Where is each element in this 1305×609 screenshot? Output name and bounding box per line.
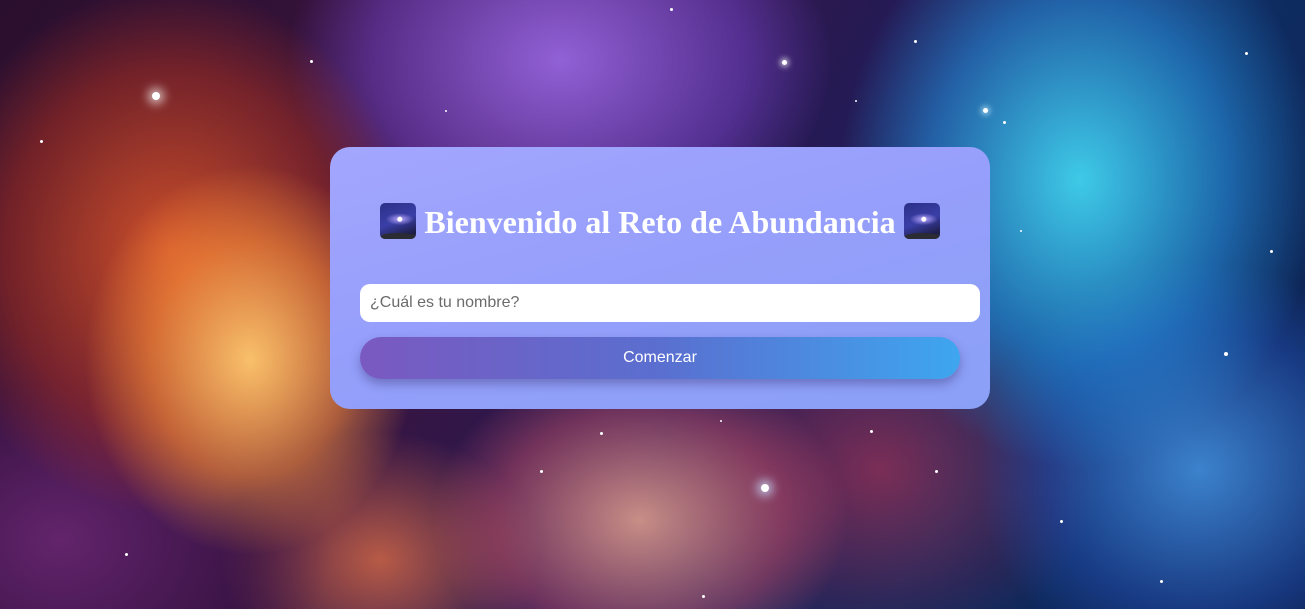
star — [983, 108, 988, 113]
star — [870, 430, 873, 433]
star — [1020, 230, 1022, 232]
welcome-card: Bienvenido al Reto de Abundancia Comenza… — [330, 147, 990, 409]
star — [1245, 52, 1248, 55]
star — [125, 553, 128, 556]
start-button[interactable]: Comenzar — [360, 337, 960, 379]
star — [1003, 121, 1006, 124]
star — [914, 40, 917, 43]
star — [720, 420, 722, 422]
milky-way-icon — [380, 203, 417, 239]
star — [600, 432, 603, 435]
star — [782, 60, 787, 65]
star — [1270, 250, 1273, 253]
star — [540, 470, 543, 473]
star — [1060, 520, 1063, 523]
star — [310, 60, 313, 63]
star — [1160, 580, 1163, 583]
star — [670, 8, 673, 11]
star — [1224, 352, 1228, 356]
welcome-title: Bienvenido al Reto de Abundancia — [330, 202, 990, 242]
star — [40, 140, 43, 143]
star — [855, 100, 857, 102]
star — [935, 470, 938, 473]
milky-way-icon — [903, 203, 940, 239]
star — [702, 595, 705, 598]
star — [761, 484, 769, 492]
name-input[interactable] — [360, 284, 980, 322]
star — [152, 92, 160, 100]
star — [445, 110, 447, 112]
welcome-title-text: Bienvenido al Reto de Abundancia — [424, 204, 896, 240]
